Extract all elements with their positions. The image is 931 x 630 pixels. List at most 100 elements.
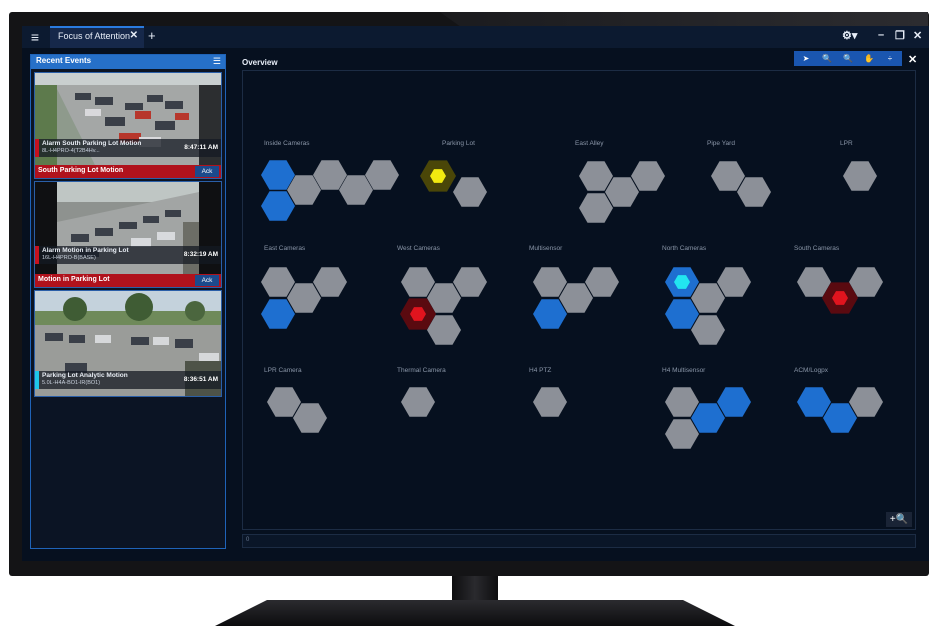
event-status-stripe: [35, 371, 39, 389]
camera-group-label: H4 PTZ: [529, 367, 551, 374]
camera-hex-map: Inside Cameras Parking Lot East Alley Pipe …: [261, 140, 883, 449]
overview-status-bar: 0: [242, 534, 916, 548]
camera-hex[interactable]: [843, 161, 877, 191]
camera-group-label: ACM/Logpx: [794, 367, 829, 374]
overview-toolbar: ➤ 🔍 🔍 ✋ ÷: [794, 51, 902, 66]
fit-icon[interactable]: ÷: [880, 52, 900, 65]
camera-hex[interactable]: [401, 267, 435, 297]
zoom-out-icon[interactable]: 🔍: [838, 52, 858, 65]
camera-hex[interactable]: [665, 387, 699, 417]
hamburger-menu-icon[interactable]: ≡: [26, 29, 44, 45]
add-tab-button[interactable]: +: [148, 28, 156, 43]
event-alarm-bar: Motion in Parking Lot Ack: [35, 274, 221, 287]
camera-hex[interactable]: [665, 299, 699, 329]
camera-hex[interactable]: [665, 419, 699, 449]
camera-group-label: LPR: [840, 140, 853, 147]
camera-hex[interactable]: [691, 315, 725, 345]
camera-group-label: East Cameras: [264, 245, 306, 252]
camera-hex[interactable]: [849, 387, 883, 417]
overview-title: Overview: [242, 58, 278, 67]
camera-hex[interactable]: [585, 267, 619, 297]
zoom-in-icon[interactable]: 🔍: [817, 52, 837, 65]
ack-button[interactable]: Ack: [195, 166, 219, 177]
camera-hex[interactable]: [533, 299, 567, 329]
camera-hex[interactable]: [401, 387, 435, 417]
camera-group-label: Thermal Camera: [397, 367, 446, 374]
camera-group-label: South Cameras: [794, 245, 840, 252]
settings-icon[interactable]: ⚙▾: [842, 29, 857, 42]
event-status-stripe: [35, 246, 39, 264]
camera-group-label: North Cameras: [662, 245, 707, 252]
camera-hex[interactable]: [797, 387, 831, 417]
camera-group-label: LPR Camera: [264, 367, 302, 374]
event-caption: Alarm South Parking Lot Motion 8L-H4PRO-…: [35, 139, 221, 157]
recent-events-panel: Recent Events ☰ Alarm South Parking Lot …: [30, 54, 226, 549]
event-caption: Alarm Motion in Parking Lot 16L-H4PRO-B(…: [35, 246, 221, 264]
event-card[interactable]: Alarm Motion in Parking Lot 16L-H4PRO-B(…: [34, 181, 222, 288]
zoom-magnifier-button[interactable]: +🔍: [886, 512, 912, 527]
camera-group-label: Inside Cameras: [264, 140, 310, 147]
tab-focus-of-attention[interactable]: Focus of Attention ✕: [50, 26, 144, 48]
camera-hex[interactable]: [533, 387, 567, 417]
camera-hex[interactable]: [717, 387, 751, 417]
event-camera-id: 8L-H4PRO-4(T2B4Hv...: [42, 148, 100, 154]
event-camera-id: 5.0L-H4A-BO1-IR(BO1): [42, 380, 101, 386]
bezel-glare: [440, 12, 928, 26]
filter-icon[interactable]: ☰: [213, 56, 221, 67]
camera-hex[interactable]: [737, 177, 771, 207]
event-alarm-label: South Parking Lot Motion: [38, 167, 124, 174]
camera-hex[interactable]: [823, 403, 857, 433]
title-bar: ≡ Focus of Attention ✕ + ⚙▾ – ❐ ✕: [22, 26, 929, 48]
minimize-button[interactable]: –: [878, 29, 884, 41]
event-camera-id: 16L-H4PRO-B(BASE): [42, 255, 96, 261]
tab-label: Focus of Attention: [58, 31, 131, 41]
camera-hex[interactable]: [631, 161, 665, 191]
camera-group-label: Pipe Yard: [707, 140, 735, 147]
window-close-button[interactable]: ✕: [913, 29, 922, 42]
camera-hex[interactable]: [579, 161, 613, 191]
select-pointer-icon[interactable]: ➤: [796, 52, 816, 65]
camera-hex[interactable]: [691, 403, 725, 433]
event-name: Alarm South Parking Lot Motion: [42, 140, 142, 147]
camera-group-label: East Alley: [575, 140, 604, 147]
event-time: 8:36:51 AM: [183, 376, 218, 383]
camera-hex[interactable]: [453, 177, 487, 207]
camera-group-label: Parking Lot: [442, 140, 475, 147]
camera-hex[interactable]: [579, 193, 613, 223]
event-alarm-bar: South Parking Lot Motion Ack: [35, 165, 221, 178]
event-caption: Parking Lot Analytic Motion 5.0L-H4A-BO1…: [35, 371, 221, 389]
event-name: Parking Lot Analytic Motion: [42, 372, 128, 379]
camera-hex[interactable]: [261, 191, 295, 221]
event-card[interactable]: Alarm South Parking Lot Motion 8L-H4PRO-…: [34, 72, 222, 179]
camera-hex[interactable]: [261, 267, 295, 297]
camera-hex[interactable]: [453, 267, 487, 297]
ack-button[interactable]: Ack: [195, 275, 219, 286]
camera-hex[interactable]: [533, 267, 567, 297]
overview-close-icon[interactable]: ✕: [908, 53, 917, 66]
monitor-base: [215, 600, 735, 626]
camera-group-label: West Cameras: [397, 245, 441, 252]
tab-close-icon[interactable]: ✕: [130, 30, 138, 41]
camera-hex[interactable]: [293, 403, 327, 433]
event-card[interactable]: Parking Lot Analytic Motion 5.0L-H4A-BO1…: [34, 290, 222, 397]
camera-hex[interactable]: [261, 299, 295, 329]
camera-hex[interactable]: [267, 387, 301, 417]
event-time: 8:32:19 AM: [183, 251, 218, 258]
restore-button[interactable]: ❐: [895, 29, 905, 42]
status-text: 0: [246, 537, 250, 543]
event-name: Alarm Motion in Parking Lot: [42, 247, 129, 254]
camera-hex[interactable]: [559, 283, 593, 313]
pan-hand-icon[interactable]: ✋: [859, 52, 879, 65]
camera-hex[interactable]: [691, 283, 725, 313]
camera-hex[interactable]: [287, 283, 321, 313]
camera-hex[interactable]: [711, 161, 745, 191]
camera-hex[interactable]: [313, 267, 347, 297]
camera-group-label: Multisensor: [529, 245, 563, 252]
screen: ≡ Focus of Attention ✕ + ⚙▾ – ❐ ✕ Recent…: [22, 26, 929, 561]
camera-hex[interactable]: [605, 177, 639, 207]
recent-events-header: Recent Events ☰: [31, 55, 225, 69]
recent-events-title: Recent Events: [36, 56, 92, 65]
camera-hex[interactable]: [717, 267, 751, 297]
event-status-stripe: [35, 139, 39, 157]
event-time: 8:47:11 AM: [184, 144, 218, 151]
